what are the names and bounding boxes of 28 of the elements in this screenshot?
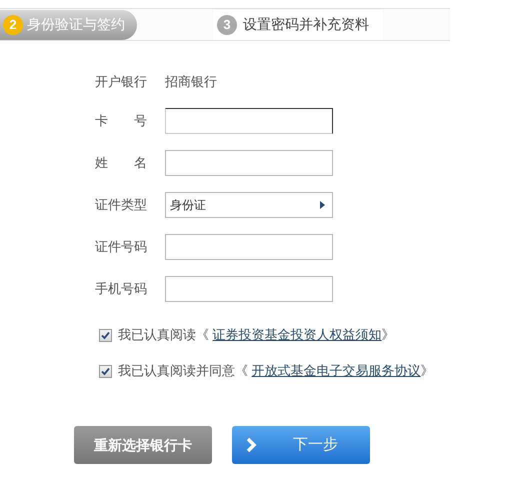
step-label: 设置密码并补充资料 — [243, 15, 369, 34]
field-label: 手机号码 — [95, 280, 147, 298]
reselect-card-button[interactable]: 重新选择银行卡 — [74, 426, 212, 464]
agreement-link[interactable]: 开放式基金电子交易服务协议 — [252, 363, 421, 378]
select-field[interactable]: 身份证 — [165, 192, 333, 218]
input-field[interactable] — [165, 150, 333, 176]
step-label: 身份验证与签约 — [27, 15, 125, 34]
step-number: 2 — [3, 14, 23, 34]
check-icon — [101, 366, 110, 376]
chevron-right-icon — [246, 437, 257, 453]
bank-name: 招商银行 — [165, 74, 217, 89]
checkbox[interactable] — [99, 364, 112, 378]
input-field[interactable] — [165, 108, 333, 134]
field-label: 姓名 — [95, 154, 147, 172]
field-label: 证件类型 — [95, 196, 147, 214]
step-number: 3 — [217, 14, 237, 34]
agreement-text: 我已认真阅读并同意《 开放式基金电子交易服务协议》 — [118, 362, 434, 380]
input-field[interactable] — [165, 234, 333, 260]
check-icon — [101, 330, 110, 340]
input-field[interactable] — [165, 276, 333, 302]
step-tab[interactable]: 3 设置密码并补充资料 — [213, 10, 383, 40]
checkbox[interactable] — [99, 328, 112, 342]
field-label: 开户银行 — [95, 73, 147, 92]
field-label: 卡号 — [95, 112, 147, 130]
field-label: 证件号码 — [95, 238, 147, 256]
caret-icon — [320, 201, 325, 209]
agreement-link[interactable]: 证券投资基金投资人权益须知 — [212, 327, 382, 342]
agreement-text: 我已认真阅读《 证券投资基金投资人权益须知》 — [118, 326, 395, 344]
